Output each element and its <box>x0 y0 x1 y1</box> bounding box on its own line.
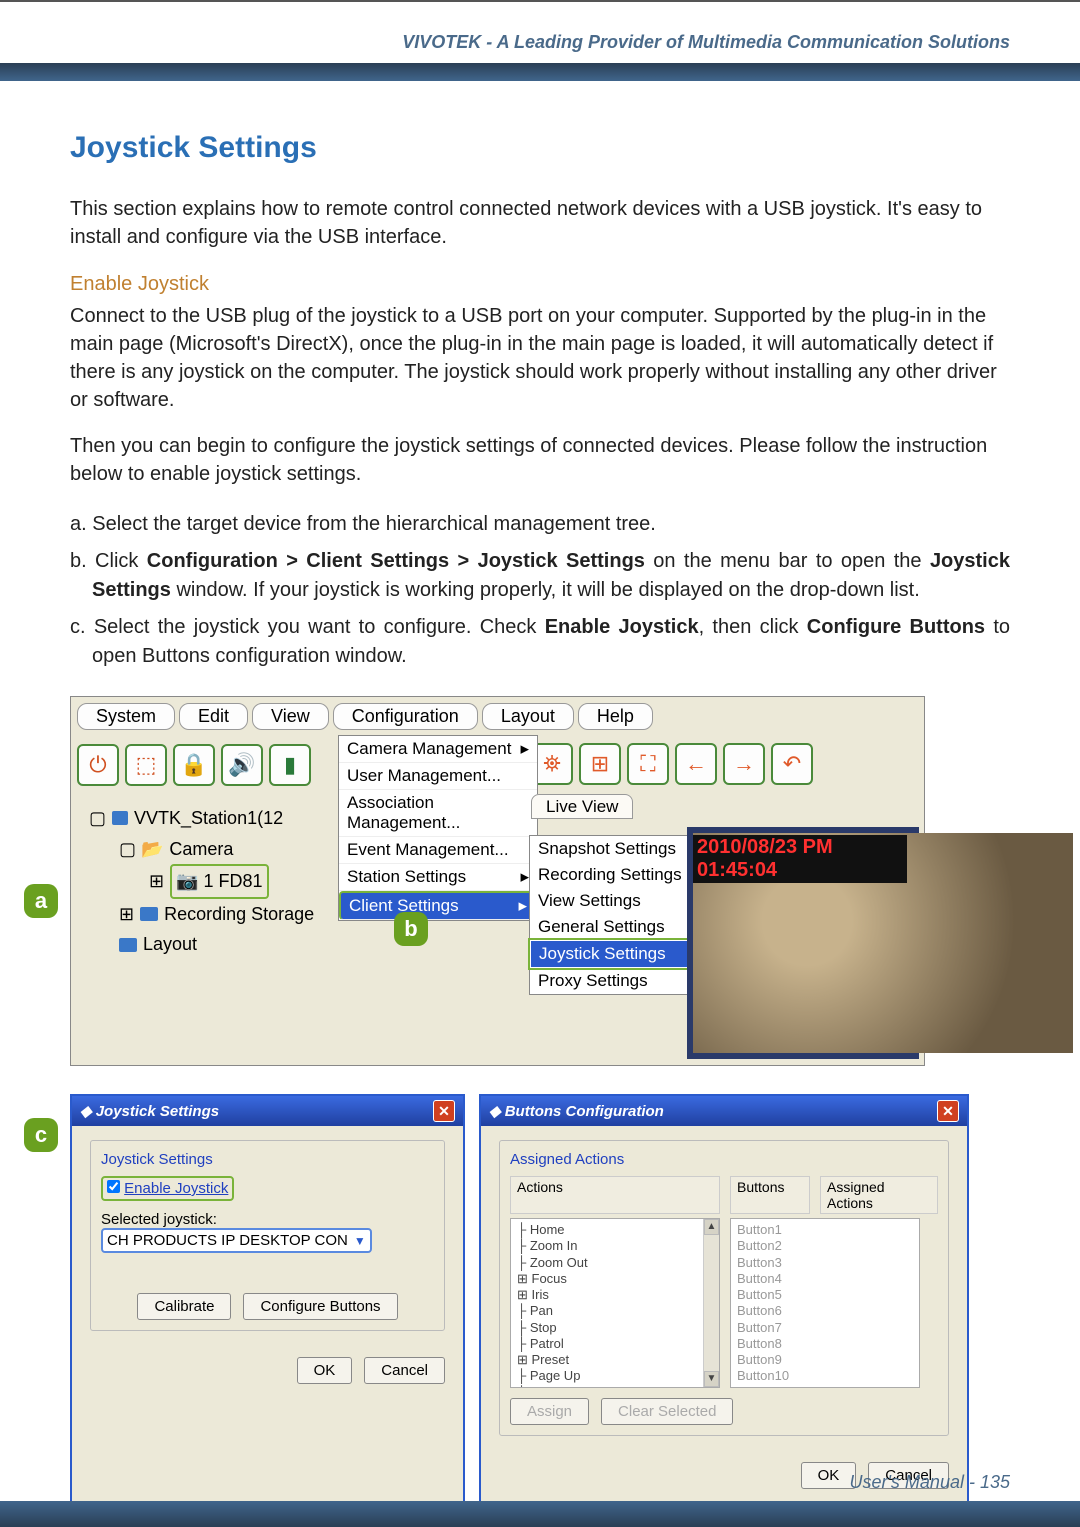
tree-camera-folder[interactable]: ▢ 📂 Camera <box>119 834 314 865</box>
tree-layout[interactable]: Layout <box>119 929 314 960</box>
enable-joystick-label[interactable]: Enable Joystick <box>124 1180 228 1197</box>
dlg-title-joystick: Joystick Settings <box>96 1103 219 1120</box>
menu-edit[interactable]: Edit <box>179 703 248 730</box>
menu-item-client-settings[interactable]: Client Settings ▸ <box>339 891 537 920</box>
close-icon[interactable]: ✕ <box>433 1100 455 1122</box>
calibrate-button[interactable]: Calibrate <box>137 1293 231 1320</box>
intro-paragraph: This section explains how to remote cont… <box>70 195 1010 251</box>
page-title: Joystick Settings <box>70 131 1010 165</box>
sound-icon[interactable]: 🔊 <box>221 744 263 786</box>
page-footer: User's Manual - 135 <box>849 1472 1010 1493</box>
menu-help[interactable]: Help <box>578 703 653 730</box>
tree-storage[interactable]: ⊞ Recording Storage <box>119 899 314 930</box>
submenu-joystick[interactable]: Joystick Settings <box>530 940 693 968</box>
scroll-up-icon[interactable]: ▲ <box>704 1219 719 1235</box>
cancel-button[interactable]: Cancel <box>364 1357 445 1384</box>
menu-layout[interactable]: Layout <box>482 703 574 730</box>
buttons-listbox[interactable]: Button1 Button2 Button3 Button4 Button5 … <box>730 1218 920 1388</box>
forward-icon[interactable]: → <box>723 743 765 785</box>
undo-icon[interactable]: ↶ <box>771 743 813 785</box>
lock-icon[interactable]: 🔒 <box>173 744 215 786</box>
configuration-menu[interactable]: Camera Management ▸ User Management... A… <box>338 735 538 921</box>
group-assigned-actions: Assigned Actions <box>510 1151 938 1168</box>
submenu-recording[interactable]: Recording Settings <box>530 862 693 888</box>
submenu-general[interactable]: General Settings <box>530 914 693 940</box>
menu-item-user-mgmt[interactable]: User Management... <box>339 763 537 790</box>
menu-item-assoc-mgmt[interactable]: Association Management... <box>339 790 537 837</box>
menu-configuration[interactable]: Configuration <box>333 703 478 730</box>
callout-b: b <box>394 912 428 946</box>
client-settings-submenu[interactable]: Snapshot Settings Recording Settings Vie… <box>529 835 694 995</box>
scrollbar[interactable]: ▲ ▼ <box>703 1219 719 1387</box>
subheading-enable: Enable Joystick <box>70 273 1010 296</box>
menu-system[interactable]: System <box>77 703 175 730</box>
close-icon[interactable]: ✕ <box>937 1100 959 1122</box>
tree-root[interactable]: ▢ VVTK_Station1(12 <box>89 803 314 834</box>
enable-joystick-checkbox[interactable] <box>107 1180 120 1193</box>
menu-item-event-mgmt[interactable]: Event Management... <box>339 837 537 864</box>
stop-icon[interactable]: ▮ <box>269 744 311 786</box>
group-joystick-settings: Joystick Settings <box>101 1151 434 1168</box>
actions-listbox[interactable]: ├ Home ├ Zoom In ├ Zoom Out ⊞ Focus ⊞ Ir… <box>510 1218 720 1388</box>
configure-buttons-button[interactable]: Configure Buttons <box>243 1293 397 1320</box>
selected-joystick-label: Selected joystick: <box>101 1211 217 1228</box>
power-icon[interactable]: ⏻ <box>77 744 119 786</box>
menu-view[interactable]: View <box>252 703 329 730</box>
tab-live-view[interactable]: Live View <box>531 794 633 819</box>
dlg-title-buttons: Buttons Configuration <box>505 1103 664 1120</box>
joystick-settings-dialog: ◆ Joystick Settings ✕ Joystick Settings … <box>70 1094 465 1509</box>
ok-button[interactable]: OK <box>801 1462 857 1489</box>
assigned-header: Assigned Actions <box>820 1176 938 1214</box>
buttons-config-dialog: ◆ Buttons Configuration ✕ Assigned Actio… <box>479 1094 969 1509</box>
step-b: b. Click Configuration > Client Settings… <box>70 547 1010 605</box>
header-brand: VIVOTEK - A Leading Provider of Multimed… <box>402 32 1010 52</box>
submenu-view[interactable]: View Settings <box>530 888 693 914</box>
callout-c: c <box>24 1118 58 1152</box>
layout-icon[interactable]: ⊞ <box>579 743 621 785</box>
assign-button[interactable]: Assign <box>510 1398 589 1425</box>
back-icon[interactable]: ← <box>675 743 717 785</box>
step-c: c. Select the joystick you want to confi… <box>70 613 1010 671</box>
step-a: a. Select the target device from the hie… <box>70 510 1010 539</box>
callout-a: a <box>24 884 58 918</box>
actions-header: Actions <box>510 1176 720 1214</box>
clear-selected-button[interactable]: Clear Selected <box>601 1398 733 1425</box>
status-icon[interactable]: ⬚ <box>125 744 167 786</box>
submenu-proxy[interactable]: Proxy Settings <box>530 968 693 994</box>
paragraph-1: Connect to the USB plug of the joystick … <box>70 302 1010 414</box>
fullscreen-icon[interactable]: ⛶ <box>627 743 669 785</box>
camera-timestamp: 2010/08/23 PM 01:45:04 <box>693 835 907 883</box>
menu-item-station-settings[interactable]: Station Settings ▸ <box>339 864 537 891</box>
scroll-down-icon[interactable]: ▼ <box>704 1371 719 1387</box>
ok-button[interactable]: OK <box>297 1357 353 1384</box>
menu-item-camera-mgmt[interactable]: Camera Management ▸ <box>339 736 537 763</box>
buttons-header: Buttons <box>730 1176 810 1214</box>
paragraph-2: Then you can begin to configure the joys… <box>70 432 1010 488</box>
tree-camera-item[interactable]: ⊞ 📷 1 FD81 <box>149 864 314 899</box>
selected-joystick-dropdown[interactable]: CH PRODUCTS IP DESKTOP CON▼ <box>101 1228 372 1253</box>
submenu-snapshot[interactable]: Snapshot Settings <box>530 836 693 862</box>
